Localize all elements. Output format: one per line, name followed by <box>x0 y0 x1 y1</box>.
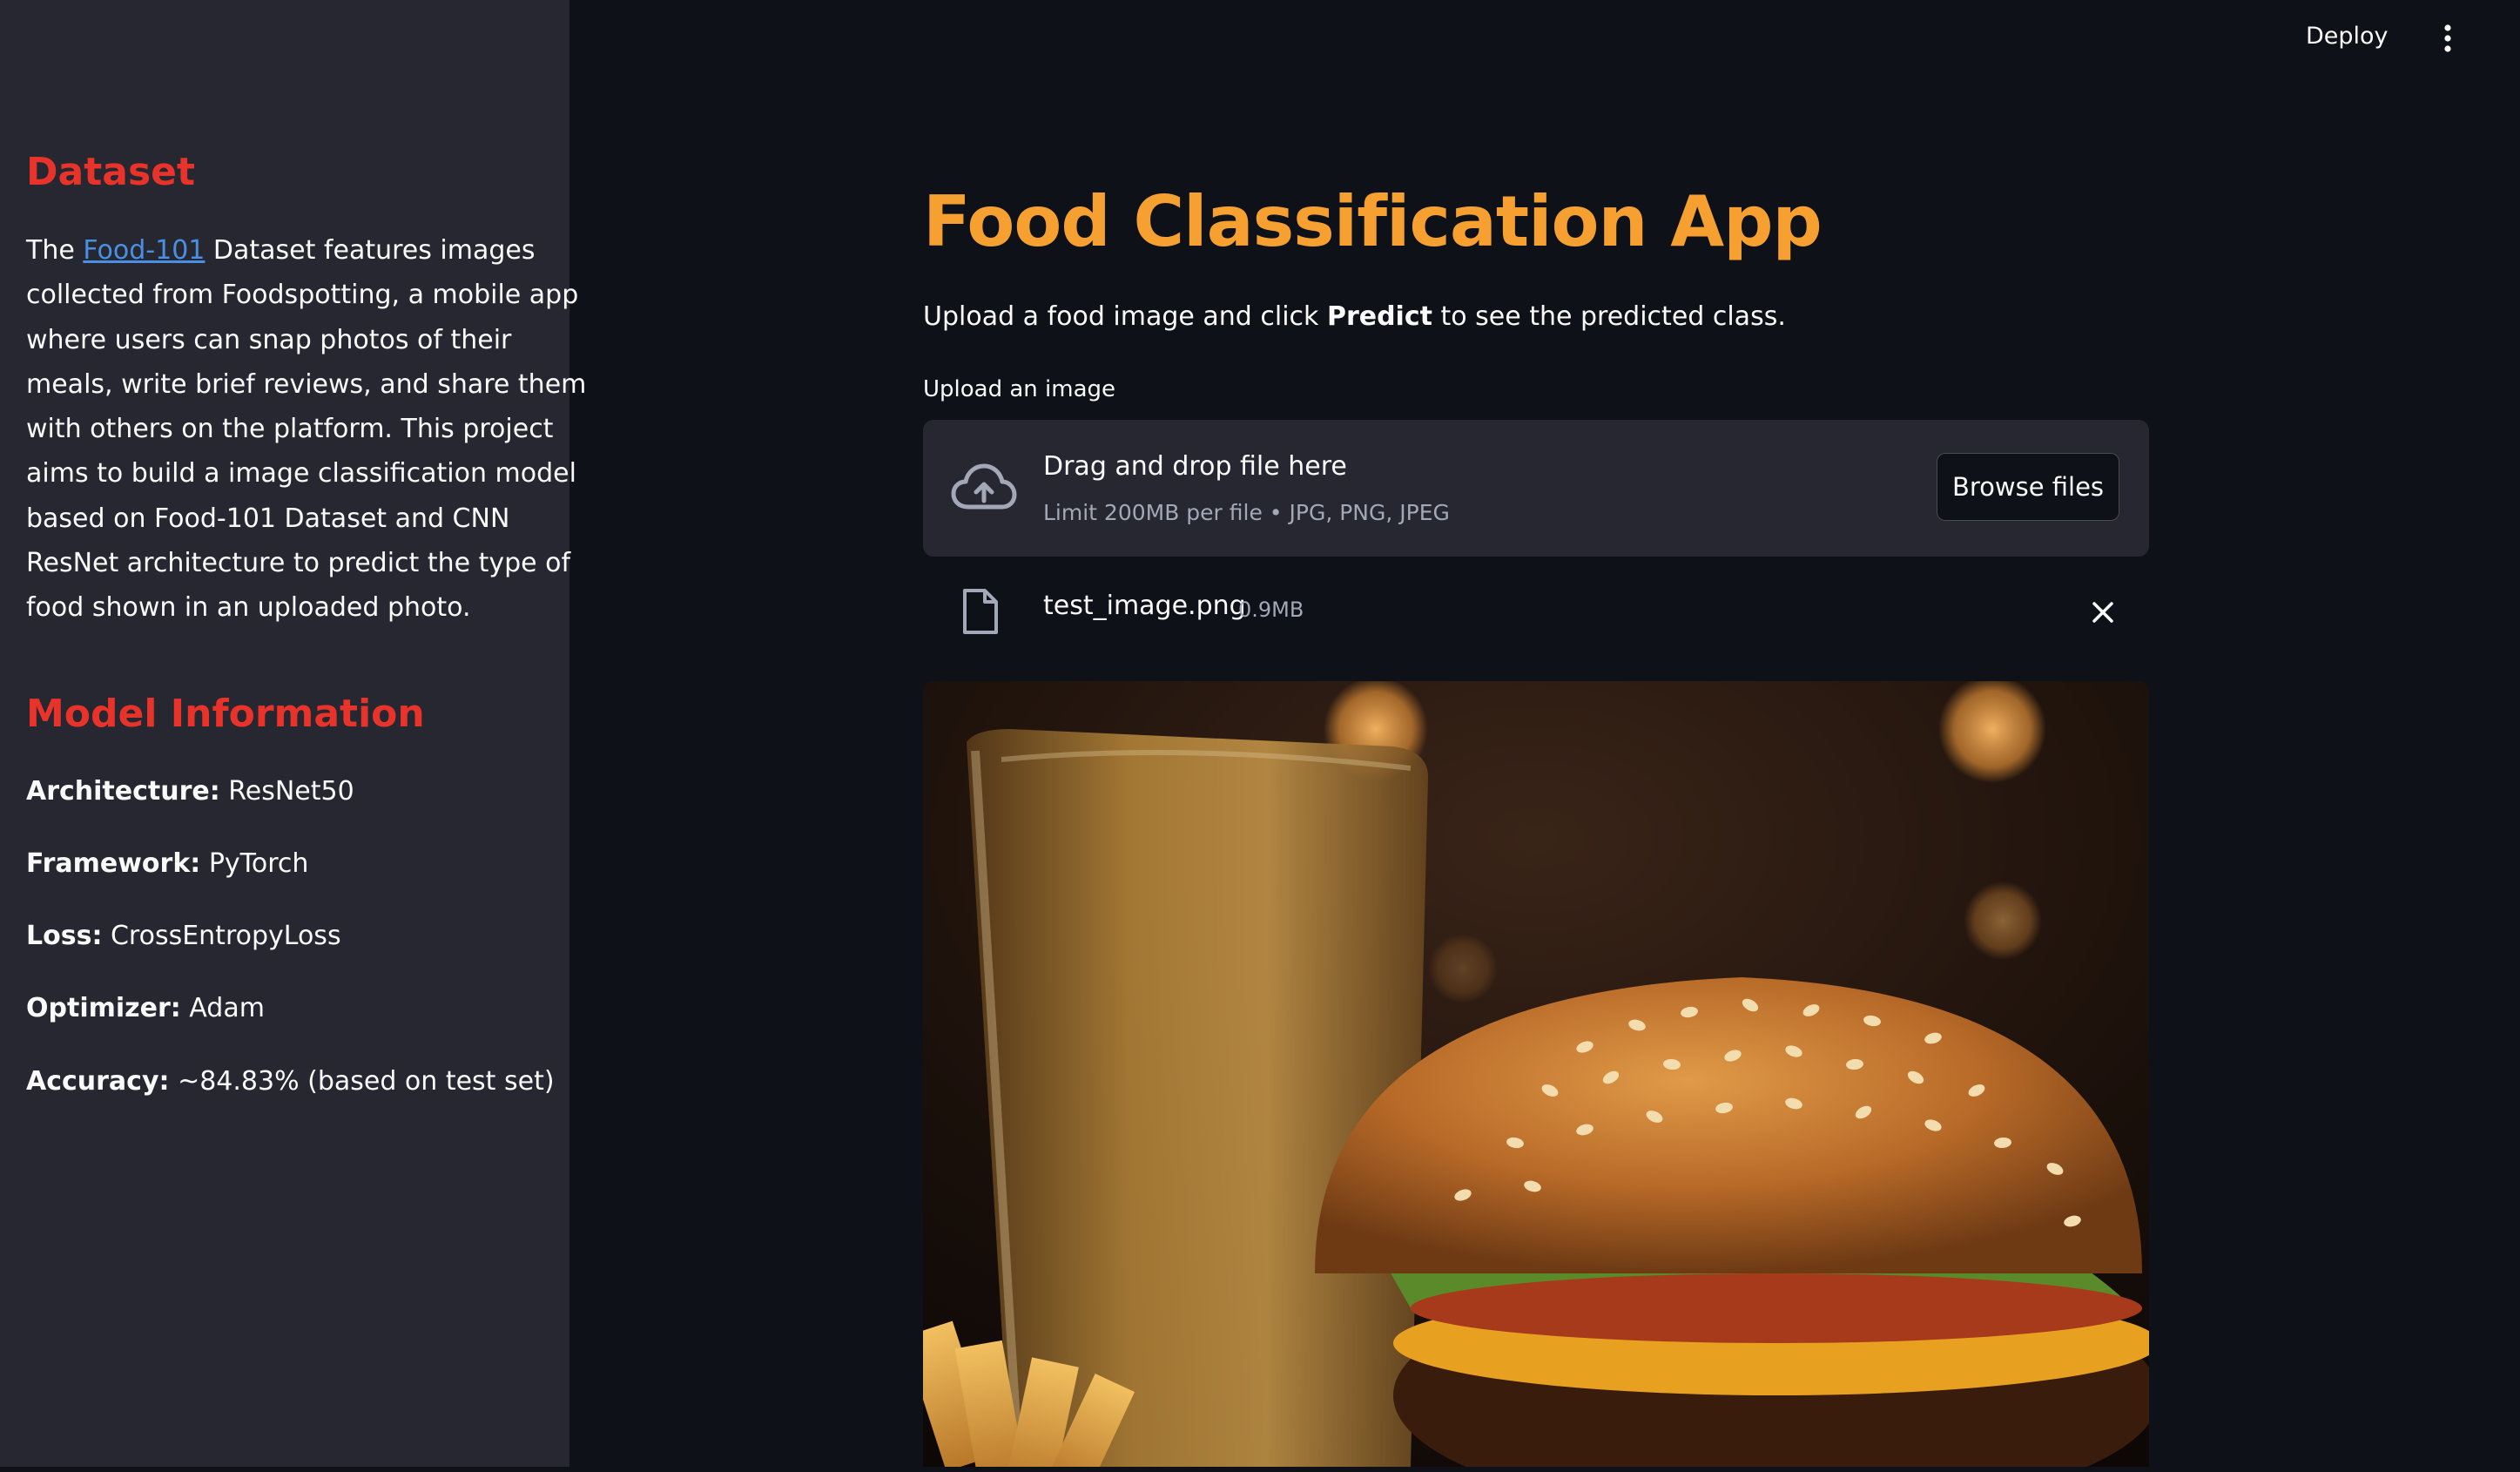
description-line: collected from Foodspotting, a mobile ap… <box>26 280 579 311</box>
info-optimizer: Optimizer: Adam <box>26 991 265 1026</box>
uploaded-file-row: test_image.png 0.9MB <box>923 575 2149 650</box>
file-dropzone[interactable]: Drag and drop file here Limit 200MB per … <box>923 420 2149 557</box>
dataset-description: The Food-101 Dataset features images col… <box>26 228 587 631</box>
upload-label: Upload an image <box>923 376 1116 402</box>
page-subtitle: Upload a food image and click Predict to… <box>923 301 1786 332</box>
page-title: Food Classification App <box>923 181 1823 262</box>
subtitle-after: to see the predicted class. <box>1432 301 1786 332</box>
dropzone-limit-text: Limit 200MB per file • JPG, PNG, JPEG <box>1043 500 1450 525</box>
burger-image <box>923 681 2149 1467</box>
description-prefix: The <box>26 235 84 266</box>
app-root: Dataset The Food-101 Dataset features im… <box>0 0 2520 1472</box>
info-label: Loss: <box>26 921 103 951</box>
description-line: where users can snap photos of their <box>26 324 512 355</box>
bottom-edge <box>0 1467 2520 1472</box>
dataset-heading: Dataset <box>26 150 196 194</box>
description-line: aims to build a image classification mod… <box>26 458 576 490</box>
info-label: Optimizer: <box>26 993 181 1023</box>
close-icon[interactable] <box>2088 598 2118 627</box>
description-line: ResNet architecture to predict the type … <box>26 548 571 579</box>
browse-files-button[interactable]: Browse files <box>1937 453 2119 521</box>
dropzone-title: Drag and drop file here <box>1043 451 1347 482</box>
sidebar: Dataset The Food-101 Dataset features im… <box>0 0 587 1467</box>
info-value: PyTorch <box>200 848 309 879</box>
file-size: 0.9MB <box>1238 598 1304 622</box>
description-line: The Food-101 Dataset features images <box>26 228 535 273</box>
info-value: CrossEntropyLoss <box>102 921 341 951</box>
info-framework: Framework: PyTorch <box>26 847 308 881</box>
info-loss: Loss: CrossEntropyLoss <box>26 919 341 954</box>
more-vertical-icon[interactable] <box>2435 23 2461 54</box>
deploy-button[interactable]: Deploy <box>2306 23 2389 50</box>
cloud-upload-icon <box>951 462 1017 516</box>
subtitle-bold: Predict <box>1326 301 1432 332</box>
scrollbar-track[interactable] <box>2508 0 2520 1472</box>
info-architecture: Architecture: ResNet50 <box>26 774 354 809</box>
file-icon <box>961 587 1000 636</box>
info-label: Architecture: <box>26 776 220 807</box>
info-value: ResNet50 <box>219 776 354 807</box>
description-line: based on Food-101 Dataset and CNN <box>26 503 510 534</box>
model-info-heading: Model Information <box>26 692 425 736</box>
description-line: meals, write brief reviews, and share th… <box>26 368 587 400</box>
description-line: food shown in an uploaded photo. <box>26 592 471 624</box>
subtitle-before: Upload a food image and click <box>923 301 1327 332</box>
uploaded-image-preview <box>923 681 2149 1467</box>
info-accuracy: Accuracy: ~84.83% (based on test set) <box>26 1064 555 1099</box>
food101-link[interactable]: Food-101 <box>83 235 205 266</box>
file-name: test_image.png <box>1043 591 1246 621</box>
info-label: Framework: <box>26 848 201 879</box>
info-value: Adam <box>180 993 265 1023</box>
description-line: with others on the platform. This projec… <box>26 414 554 445</box>
info-label: Accuracy: <box>26 1066 170 1097</box>
info-value: ~84.83% (based on test set) <box>169 1066 555 1097</box>
description-line1-rest: Dataset features images <box>205 235 536 266</box>
